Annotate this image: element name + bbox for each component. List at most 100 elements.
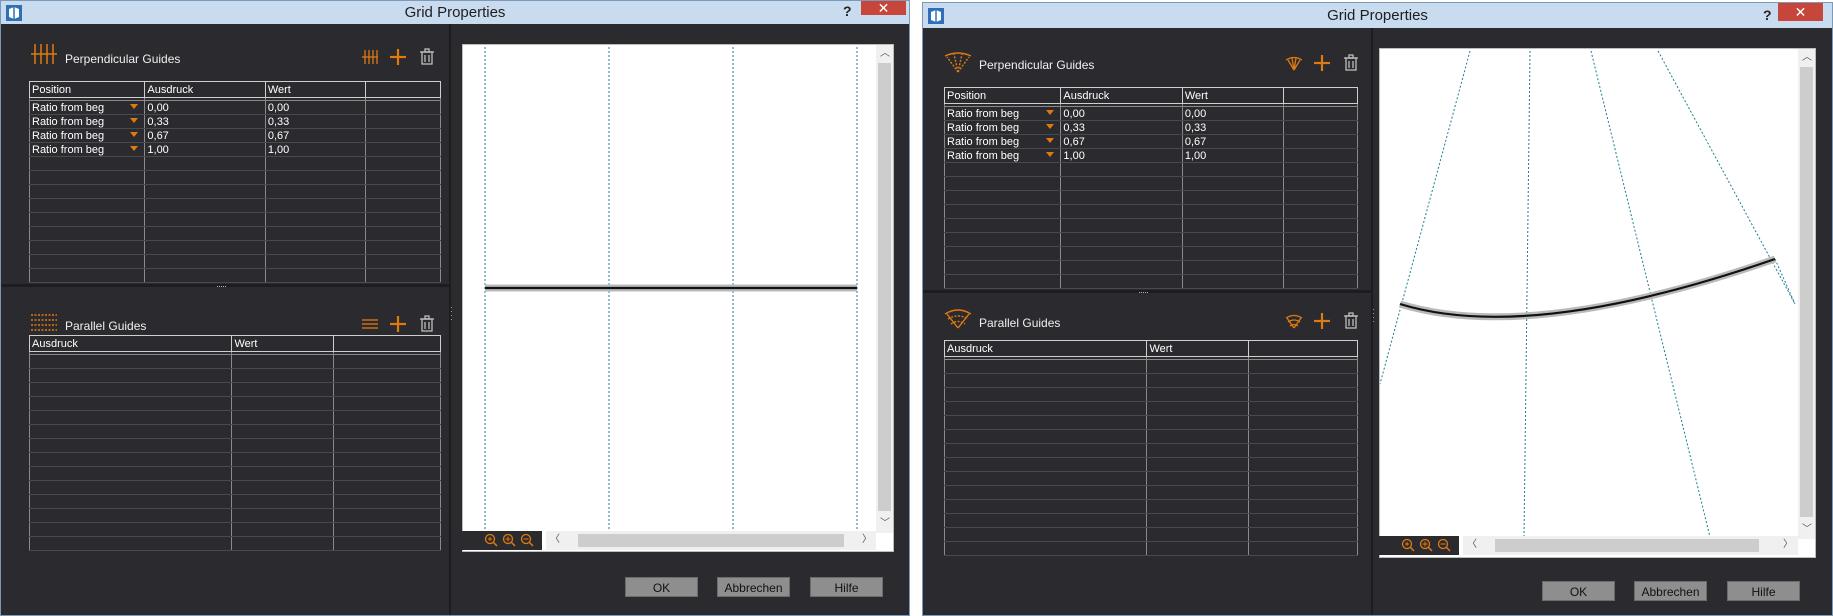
position-dropdown[interactable]: Ratio from beg (943, 134, 1062, 149)
zoom-in-icon[interactable] (502, 533, 516, 547)
position-dropdown[interactable]: Ratio from beg (28, 114, 146, 129)
add-icon[interactable] (389, 315, 407, 333)
dropdown-arrow-icon[interactable] (1046, 124, 1055, 129)
position-dropdown[interactable]: Ratio from beg (943, 120, 1062, 135)
table-row[interactable]: Ratio from beg 0,00 0,00 (943, 106, 1358, 121)
context-help-button[interactable]: ? (1763, 3, 1772, 27)
splitter-grip[interactable]: · · · · (450, 304, 454, 324)
wert-cell: 0,67 (1181, 134, 1285, 149)
context-help-button[interactable]: ? (843, 1, 852, 21)
trash-icon[interactable] (1342, 54, 1360, 72)
dropdown-arrow-icon[interactable] (1046, 110, 1055, 115)
close-button[interactable]: ✕ (861, 1, 906, 15)
column-header[interactable]: Wert (1181, 87, 1285, 104)
table-row[interactable]: Ratio from beg 0,33 0,33 (28, 114, 441, 129)
cancel-button[interactable]: Abbrechen (717, 577, 790, 597)
zoom-fit-icon[interactable] (484, 533, 498, 547)
trash-icon[interactable] (418, 48, 436, 66)
horizontal-scrollbar[interactable]: 〈 〉 (1463, 536, 1798, 555)
add-icon[interactable] (389, 48, 407, 66)
scroll-thumb[interactable] (878, 63, 891, 511)
table-row[interactable]: Ratio from beg 0,67 0,67 (943, 134, 1358, 149)
column-header[interactable]: Wert (231, 335, 334, 352)
help-button[interactable]: Hilfe (1727, 581, 1800, 601)
dialog-title: Grid Properties (1327, 7, 1428, 24)
dropdown-arrow-icon[interactable] (130, 132, 139, 137)
column-header[interactable] (1247, 340, 1359, 357)
dropdown-arrow-icon[interactable] (130, 104, 139, 109)
column-header[interactable] (1283, 87, 1358, 104)
zoom-in-icon[interactable] (1419, 538, 1433, 552)
scroll-right-icon[interactable]: 〉 (862, 535, 872, 545)
table-row[interactable]: Ratio from beg 1,00 1,00 (28, 142, 441, 157)
ok-button[interactable]: OK (1542, 581, 1615, 601)
ausdruck-cell[interactable]: 1,00 (1060, 148, 1183, 163)
column-header[interactable]: Ausdruck (144, 81, 266, 98)
zoom-out-icon[interactable] (1437, 538, 1451, 552)
position-dropdown[interactable]: Ratio from beg (943, 148, 1062, 163)
scroll-up-icon[interactable]: ︿ (880, 49, 890, 59)
vertical-scrollbar[interactable]: ︿ ﹀ (876, 45, 893, 533)
column-header[interactable]: Ausdruck (28, 335, 233, 352)
ausdruck-cell[interactable]: 0,00 (144, 100, 266, 115)
ausdruck-cell[interactable]: 0,00 (1060, 106, 1183, 121)
add-icon[interactable] (1313, 54, 1331, 72)
column-header[interactable] (332, 335, 442, 352)
column-header[interactable]: Position (28, 81, 146, 98)
distribute-guides-icon[interactable] (361, 315, 379, 333)
column-header[interactable]: Wert (264, 81, 367, 98)
position-dropdown[interactable]: Ratio from beg (28, 100, 146, 115)
dropdown-arrow-icon[interactable] (130, 118, 139, 123)
column-header[interactable]: Position (943, 87, 1062, 104)
ausdruck-cell[interactable]: 1,00 (144, 142, 266, 157)
splitter-grip[interactable]: ····· (211, 282, 231, 291)
column-header[interactable]: Wert (1146, 340, 1249, 357)
add-icon[interactable] (1313, 312, 1331, 330)
scroll-left-icon[interactable]: 〈 (550, 535, 560, 545)
table-row[interactable]: Ratio from beg 0,33 0,33 (943, 120, 1358, 135)
parallel-guides-icon (31, 314, 57, 331)
perpendicular-guides-table: Position Ausdruck Wert Ratio from beg 0,… (943, 87, 1358, 289)
ok-button[interactable]: OK (625, 577, 698, 597)
zoom-out-icon[interactable] (520, 533, 534, 547)
scroll-thumb[interactable] (1800, 67, 1813, 517)
position-dropdown[interactable]: Ratio from beg (943, 106, 1062, 121)
column-header[interactable]: Ausdruck (943, 340, 1148, 357)
help-button[interactable]: Hilfe (810, 577, 883, 597)
table-row[interactable]: Ratio from beg 0,67 0,67 (28, 128, 441, 143)
ausdruck-cell[interactable]: 0,67 (144, 128, 266, 143)
distribute-guides-icon[interactable] (1285, 312, 1303, 330)
vertical-scrollbar[interactable]: ︿ ﹀ (1798, 49, 1815, 539)
close-button[interactable]: ✕ (1778, 3, 1823, 21)
dropdown-arrow-icon[interactable] (1046, 152, 1055, 157)
ausdruck-cell[interactable]: 0,67 (1060, 134, 1183, 149)
ausdruck-cell[interactable]: 0,33 (1060, 120, 1183, 135)
splitter-grip[interactable]: · · · · (1372, 306, 1376, 326)
scroll-thumb[interactable] (578, 534, 844, 547)
position-dropdown[interactable]: Ratio from beg (28, 128, 146, 143)
scroll-right-icon[interactable]: 〉 (1783, 540, 1793, 550)
table-row[interactable]: Ratio from beg 0,00 0,00 (28, 100, 441, 115)
scroll-up-icon[interactable]: ︿ (1802, 53, 1812, 63)
scroll-down-icon[interactable]: ﹀ (880, 519, 890, 529)
table-row[interactable]: Ratio from beg 1,00 1,00 (943, 148, 1358, 163)
splitter-grip[interactable]: ····· (1133, 288, 1153, 297)
dropdown-arrow-icon[interactable] (130, 146, 139, 151)
grid-preview-canvas[interactable]: ︿ ﹀ (462, 44, 894, 552)
scroll-down-icon[interactable]: ﹀ (1802, 525, 1812, 535)
column-header[interactable] (365, 81, 441, 98)
scroll-thumb[interactable] (1495, 539, 1759, 552)
distribute-guides-icon[interactable] (1285, 54, 1303, 72)
trash-icon[interactable] (418, 315, 436, 333)
ausdruck-cell[interactable]: 0,33 (144, 114, 266, 129)
distribute-guides-icon[interactable] (361, 48, 379, 66)
column-header[interactable]: Ausdruck (1060, 87, 1183, 104)
zoom-fit-icon[interactable] (1401, 538, 1415, 552)
trash-icon[interactable] (1342, 312, 1360, 330)
grid-preview-canvas[interactable]: ︿ ﹀ (1379, 48, 1816, 558)
dropdown-arrow-icon[interactable] (1046, 138, 1055, 143)
horizontal-scrollbar[interactable]: 〈 〉 (546, 531, 876, 550)
position-dropdown[interactable]: Ratio from beg (28, 142, 146, 157)
scroll-left-icon[interactable]: 〈 (1467, 540, 1477, 550)
cancel-button[interactable]: Abbrechen (1634, 581, 1707, 601)
